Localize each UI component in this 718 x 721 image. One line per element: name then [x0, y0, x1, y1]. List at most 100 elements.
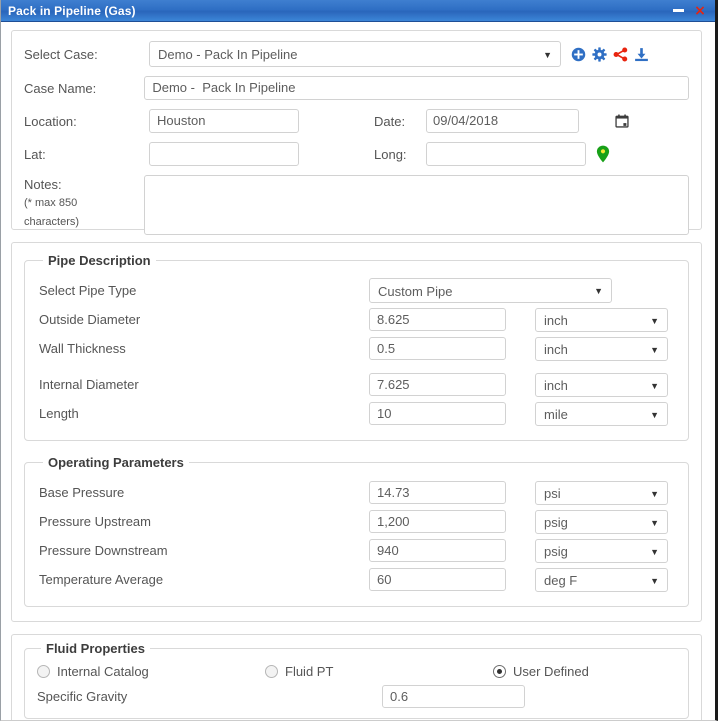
- content-scroll-area[interactable]: Select Case: Demo - Pack In Pipeline ▼ C…: [1, 22, 712, 720]
- temperature-average-row: Temperature Average deg F ▼: [39, 565, 674, 594]
- date-label: Date:: [374, 113, 406, 129]
- wall-thickness-row: Wall Thickness inch ▼: [39, 334, 674, 363]
- close-button[interactable]: ×: [689, 1, 711, 21]
- case-action-icons: [571, 46, 649, 62]
- wall-thickness-input[interactable]: [369, 337, 506, 360]
- base-pressure-row: Base Pressure psi ▼: [39, 478, 674, 507]
- date-input[interactable]: [427, 110, 615, 132]
- add-case-icon[interactable]: [571, 47, 586, 62]
- pipe-type-dropdown[interactable]: Custom Pipe ▼: [369, 278, 612, 303]
- location-input[interactable]: [149, 109, 299, 133]
- outside-diameter-row: Outside Diameter inch ▼: [39, 305, 674, 334]
- wall-thickness-unit-value: inch: [544, 341, 568, 357]
- pressure-upstream-input[interactable]: [369, 510, 506, 533]
- internal-diameter-unit-dropdown[interactable]: inch ▼: [535, 372, 668, 397]
- calendar-button[interactable]: [615, 114, 629, 128]
- share-icon[interactable]: [613, 46, 628, 62]
- chevron-down-icon: ▼: [650, 517, 659, 528]
- internal-diameter-input[interactable]: [369, 373, 506, 396]
- chevron-down-icon: ▼: [650, 315, 659, 326]
- map-pin-icon[interactable]: [596, 145, 610, 163]
- temperature-average-unit-value: deg F: [544, 572, 578, 588]
- wall-thickness-unit-dropdown[interactable]: inch ▼: [535, 336, 668, 361]
- specific-gravity-row: Specific Gravity: [37, 685, 676, 708]
- specific-gravity-input[interactable]: [382, 685, 525, 708]
- length-label: Length: [39, 406, 79, 421]
- pipe-description-group: Pipe Description Select Pipe Type Custom…: [24, 253, 689, 441]
- notes-textarea[interactable]: [144, 175, 689, 235]
- pressure-upstream-unit-value: psig: [544, 514, 568, 530]
- case-name-row: Case Name:: [24, 76, 689, 100]
- chevron-down-icon: ▼: [650, 409, 659, 420]
- notes-hint-line-1: (* max 850: [24, 197, 78, 209]
- select-case-row: Select Case: Demo - Pack In Pipeline ▼: [24, 41, 689, 67]
- radio-indicator-icon: [493, 665, 506, 678]
- download-icon[interactable]: [634, 47, 649, 62]
- temperature-average-label: Temperature Average: [39, 572, 164, 587]
- specific-gravity-label: Specific Gravity: [37, 689, 128, 704]
- application-window: Pack in Pipeline (Gas) × Select Case: De…: [0, 0, 718, 721]
- chevron-down-icon: ▼: [650, 575, 659, 586]
- temperature-average-unit-dropdown[interactable]: deg F ▼: [535, 567, 668, 592]
- internal-diameter-label: Internal Diameter: [39, 377, 139, 392]
- length-unit-dropdown[interactable]: mile ▼: [535, 401, 668, 426]
- radio-indicator-icon: [265, 665, 278, 678]
- lat-input[interactable]: [149, 142, 299, 166]
- pipe-type-label: Select Pipe Type: [39, 283, 137, 298]
- length-unit-value: mile: [544, 406, 568, 422]
- pipe-parameters-panel: Pipe Description Select Pipe Type Custom…: [11, 242, 702, 622]
- base-pressure-input[interactable]: [369, 481, 506, 504]
- pressure-upstream-label: Pressure Upstream: [39, 514, 151, 529]
- radio-fluid-pt[interactable]: Fluid PT: [265, 664, 493, 679]
- length-input[interactable]: [369, 402, 506, 425]
- chevron-down-icon: ▼: [594, 286, 603, 296]
- notes-row: Notes: (* max 850 characters): [24, 175, 689, 235]
- internal-diameter-unit-value: inch: [544, 377, 568, 393]
- chevron-down-icon: ▼: [650, 380, 659, 391]
- pressure-upstream-row: Pressure Upstream psig ▼: [39, 507, 674, 536]
- base-pressure-unit-dropdown[interactable]: psi ▼: [535, 480, 668, 505]
- wall-thickness-label: Wall Thickness: [39, 341, 126, 356]
- pressure-downstream-label: Pressure Downstream: [39, 543, 168, 558]
- base-pressure-unit-value: psi: [544, 485, 561, 501]
- minimize-button[interactable]: [667, 1, 689, 21]
- chevron-down-icon: ▼: [650, 546, 659, 557]
- pipe-description-legend: Pipe Description: [48, 253, 151, 268]
- radio-indicator-icon: [37, 665, 50, 678]
- window-title: Pack in Pipeline (Gas): [8, 3, 136, 18]
- notes-label-block: Notes: (* max 850 characters): [24, 175, 144, 230]
- outside-diameter-unit-value: inch: [544, 312, 568, 328]
- radio-user-defined-label: User Defined: [513, 664, 589, 679]
- internal-diameter-row: Internal Diameter inch ▼: [39, 370, 674, 399]
- lat-long-row: Lat: Long:: [24, 142, 689, 166]
- length-row: Length mile ▼: [39, 399, 674, 428]
- select-case-label: Select Case:: [24, 46, 98, 62]
- settings-gear-icon[interactable]: [592, 46, 607, 62]
- pressure-downstream-unit-value: psig: [544, 543, 568, 559]
- select-case-dropdown[interactable]: Demo - Pack In Pipeline ▼: [149, 41, 561, 67]
- fluid-properties-group: Fluid Properties Internal Catalog Fluid …: [24, 641, 689, 719]
- minimize-icon: [672, 9, 684, 12]
- case-information-panel: Select Case: Demo - Pack In Pipeline ▼ C…: [11, 30, 702, 235]
- date-field-wrapper: [426, 109, 629, 133]
- base-pressure-label: Base Pressure: [39, 485, 125, 500]
- calendar-icon: [615, 114, 629, 128]
- radio-user-defined[interactable]: User Defined: [493, 664, 589, 679]
- pressure-upstream-unit-dropdown[interactable]: psig ▼: [535, 509, 668, 534]
- temperature-average-input[interactable]: [369, 568, 506, 591]
- radio-internal-catalog[interactable]: Internal Catalog: [37, 664, 265, 679]
- case-name-input[interactable]: [144, 76, 689, 100]
- location-label: Location:: [24, 113, 77, 129]
- operating-parameters-group: Operating Parameters Base Pressure psi ▼…: [24, 455, 689, 607]
- long-input[interactable]: [426, 142, 586, 166]
- radio-internal-catalog-label: Internal Catalog: [57, 664, 149, 679]
- pressure-downstream-input[interactable]: [369, 539, 506, 562]
- chevron-down-icon: ▼: [650, 488, 659, 499]
- pressure-downstream-unit-dropdown[interactable]: psig ▼: [535, 538, 668, 563]
- fluid-properties-legend: Fluid Properties: [46, 641, 145, 656]
- location-date-row: Location: Date:: [24, 109, 689, 133]
- select-case-value: Demo - Pack In Pipeline: [158, 47, 298, 62]
- lat-label: Lat:: [24, 146, 46, 162]
- outside-diameter-input[interactable]: [369, 308, 506, 331]
- outside-diameter-unit-dropdown[interactable]: inch ▼: [535, 307, 668, 332]
